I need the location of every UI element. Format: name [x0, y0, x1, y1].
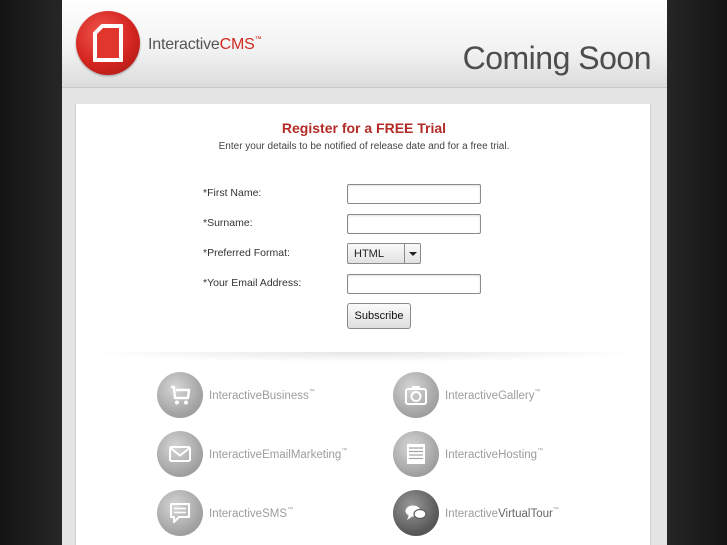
server-icon: [393, 431, 439, 477]
page-container: InteractiveCMS™ Coming Soon Register for…: [62, 0, 667, 545]
logo-text[interactable]: InteractiveCMS™: [148, 36, 262, 54]
email-input[interactable]: [347, 274, 481, 294]
preferred-format-label: *Preferred Format:: [203, 247, 290, 259]
registration-panel: Register for a FREE Trial Enter your det…: [75, 104, 651, 545]
product-label: InteractiveSMS™: [209, 507, 293, 520]
product-label: InteractiveEmailMarketing™: [209, 448, 348, 461]
form-title: Register for a FREE Trial: [281, 120, 447, 136]
surname-input[interactable]: [347, 214, 481, 234]
product-label: InteractiveVirtualTour™: [445, 507, 559, 520]
message-icon: [157, 490, 203, 536]
section-divider: [84, 352, 644, 362]
product-label: InteractiveHosting™: [445, 448, 544, 461]
logo-trademark: ™: [254, 36, 262, 43]
first-name-input[interactable]: [347, 184, 481, 204]
preferred-format-select[interactable]: HTML: [347, 243, 421, 264]
email-label: *Your Email Address:: [203, 277, 302, 289]
logo-icon[interactable]: [76, 11, 140, 75]
chat-bubbles-icon: [393, 490, 439, 536]
product-label: InteractiveBusiness™: [209, 389, 315, 402]
camera-icon: [393, 372, 439, 418]
logo-text-accent: CMS: [219, 36, 255, 53]
first-name-label: *First Name:: [203, 187, 262, 199]
subscribe-button[interactable]: Subscribe: [347, 303, 411, 329]
surname-label: *Surname:: [203, 217, 253, 229]
envelope-icon: [157, 431, 203, 477]
preferred-format-value: HTML: [354, 248, 384, 260]
header-bar: InteractiveCMS™ Coming Soon: [62, 0, 667, 88]
cart-icon: [157, 372, 203, 418]
product-label: InteractiveGallery™: [445, 389, 541, 402]
chevron-down-icon[interactable]: [404, 244, 420, 263]
logo-text-main: Interactive: [148, 36, 220, 53]
form-subtitle: Enter your details to be notified of rel…: [218, 141, 510, 152]
coming-soon-heading: Coming Soon: [462, 40, 652, 76]
